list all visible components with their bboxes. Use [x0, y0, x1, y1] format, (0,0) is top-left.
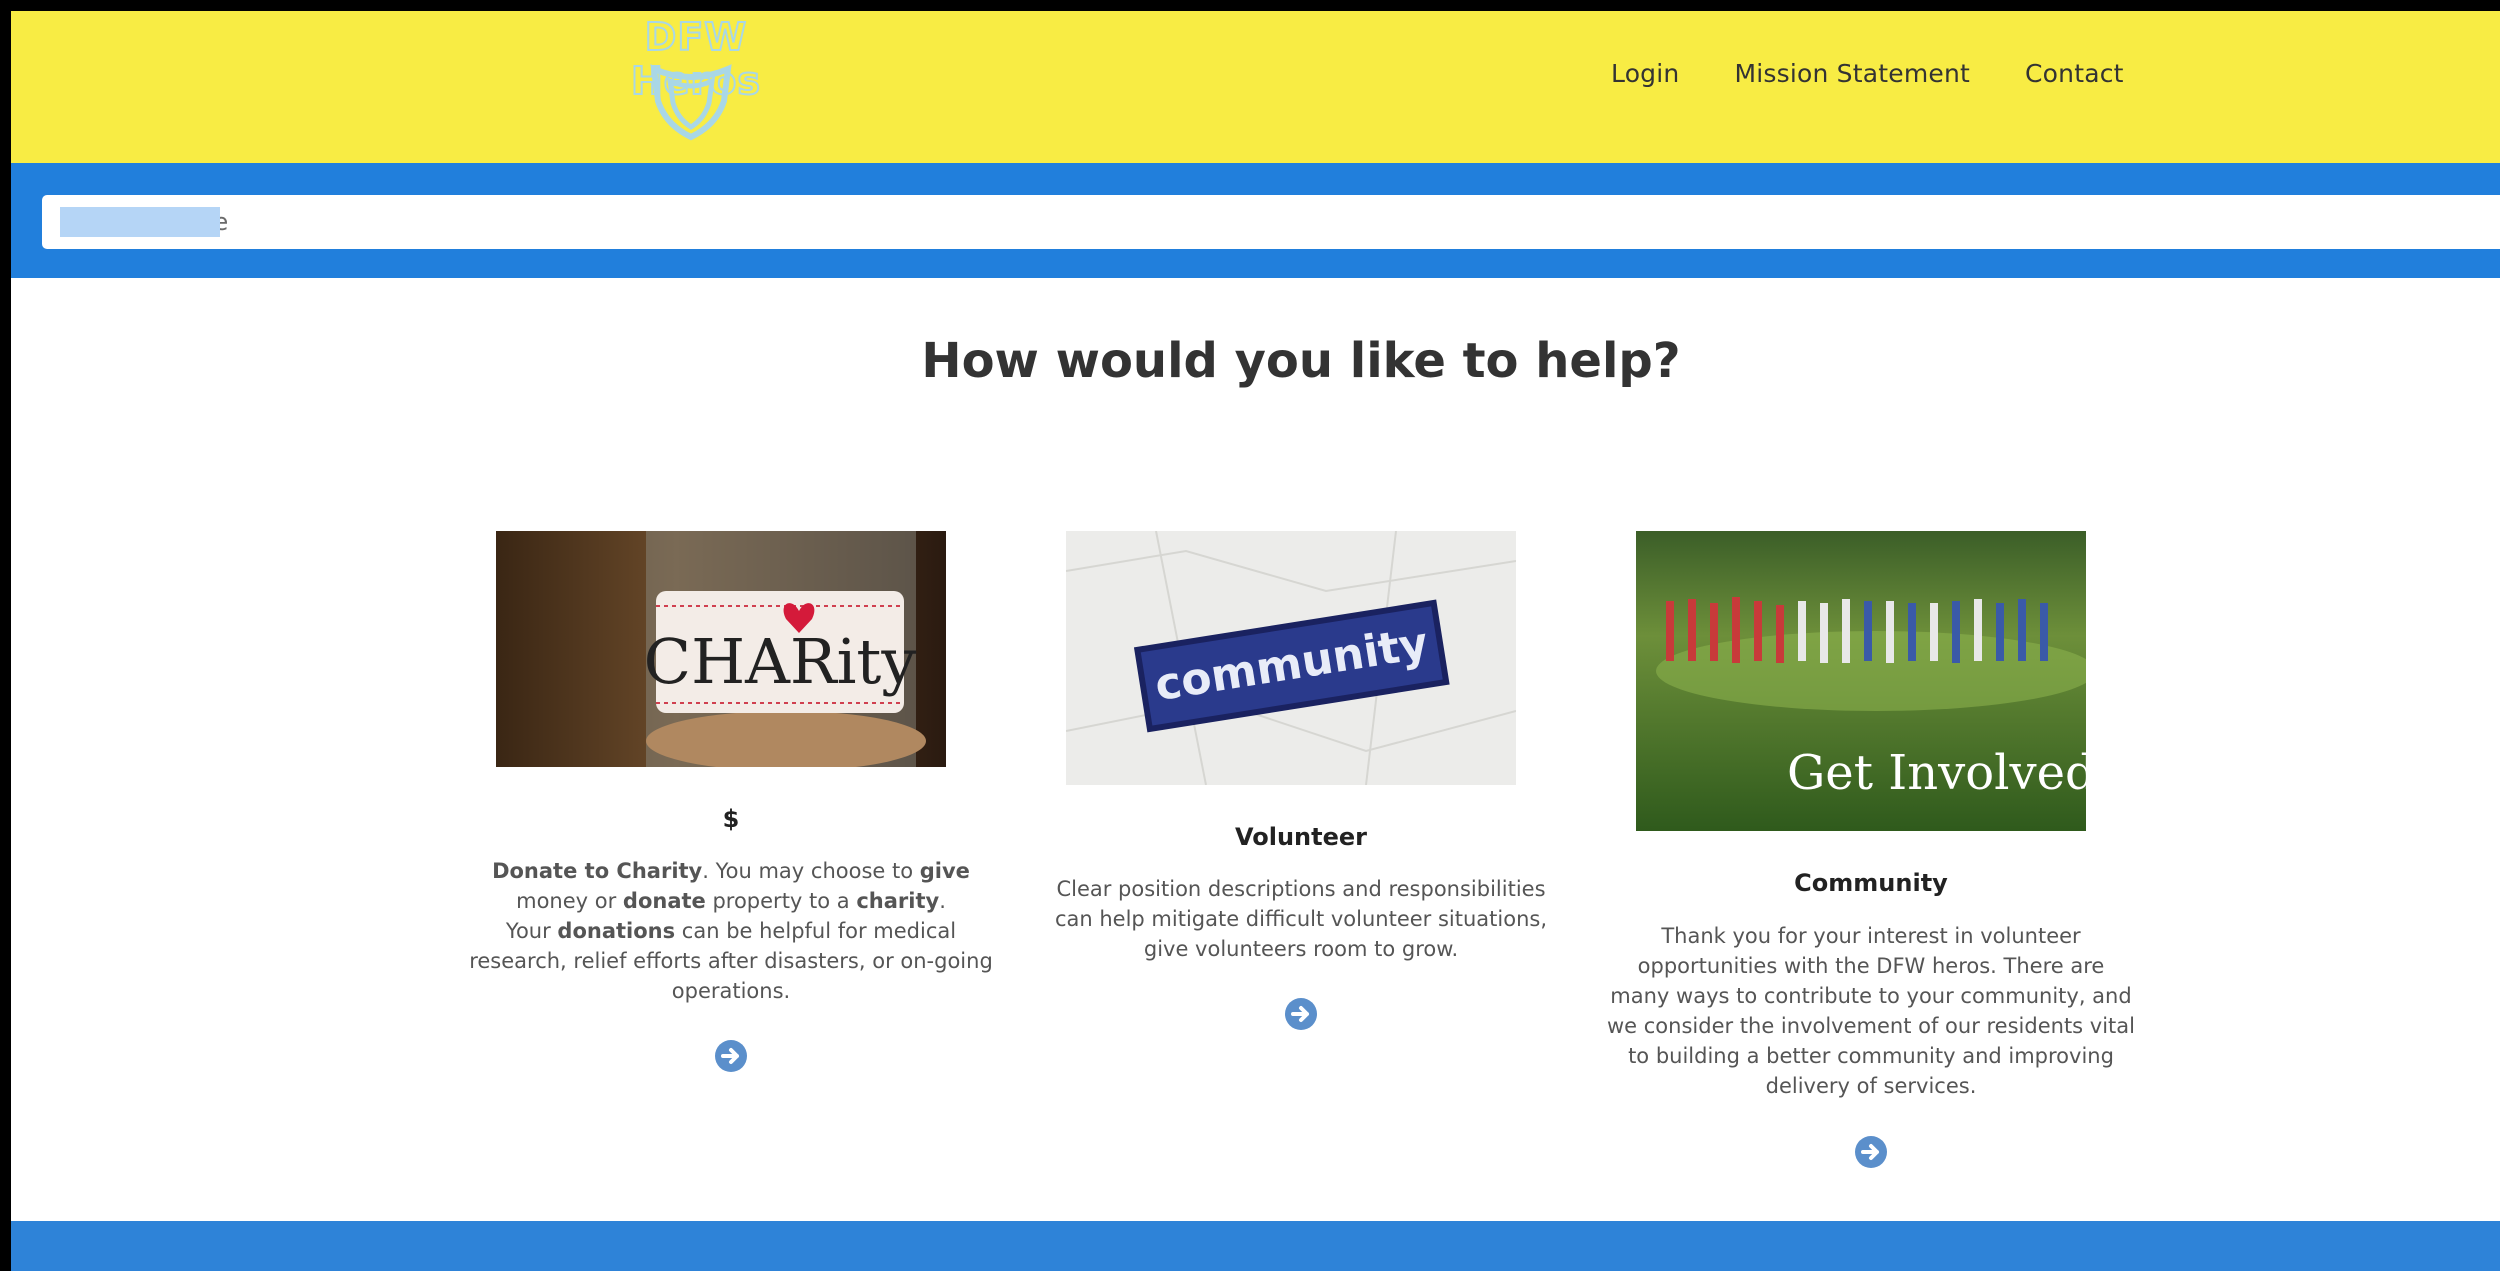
nav-login[interactable]: Login — [1611, 59, 1679, 88]
card-title-volunteer: Volunteer — [1234, 823, 1367, 851]
card-desc-volunteer: Clear position descriptions and responsi… — [1054, 877, 1548, 961]
desc-text: property to a — [705, 889, 857, 913]
svg-text:CHARity: CHARity — [644, 625, 917, 698]
card-title-donate: $ — [722, 805, 740, 833]
get-involved-image: Get Involved! — [1636, 531, 2086, 831]
footer-band — [11, 1221, 2500, 1271]
card-desc-donate: Donate to Charity. You may choose to giv… — [466, 856, 996, 1006]
main-nav: Login Mission Statement Contact — [1611, 59, 2179, 88]
desc-emphasis: Donate to Charity — [492, 859, 703, 883]
page-headline: How would you like to help? — [921, 333, 1681, 389]
desc-text: . — [939, 889, 946, 913]
nav-contact[interactable]: Contact — [2025, 59, 2124, 88]
community-image: community — [1066, 531, 1516, 785]
shield-icon — [650, 64, 732, 141]
desc-text: money or — [516, 889, 623, 913]
nav-mission-statement[interactable]: Mission Statement — [1734, 59, 1970, 88]
page: DFW Heros Login Mission Statement Contac… — [11, 11, 2500, 1271]
svg-text:Get Involved!: Get Involved! — [1787, 745, 2086, 801]
card-volunteer: community Volunteer Clear position descr… — [1036, 531, 1566, 1051]
card-community: Get Involved! Community Thank you for yo… — [1606, 531, 2136, 1171]
desc-emphasis: donate — [622, 889, 706, 913]
card-title-community: Community — [1794, 869, 1948, 897]
desc-emphasis: give — [919, 859, 970, 883]
charity-image: CHARity — [496, 531, 946, 767]
desc-text: . You may choose to — [702, 859, 920, 883]
desc-text: Your — [505, 919, 558, 943]
card-desc-community: Thank you for your interest in volunteer… — [1606, 924, 2135, 1098]
arrow-right-icon[interactable] — [1855, 1136, 1887, 1168]
card-donate: CHARity $ Donate to Charity. You may cho… — [466, 531, 996, 1091]
desc-emphasis: charity — [856, 889, 940, 913]
search-band — [11, 163, 2500, 278]
arrow-right-icon[interactable] — [1285, 998, 1317, 1030]
site-header: DFW Heros Login Mission Statement Contac… — [11, 11, 2500, 163]
zipcode-search-input[interactable] — [42, 195, 2500, 249]
arrow-right-icon[interactable] — [715, 1040, 747, 1072]
desc-emphasis: donations — [557, 919, 676, 943]
logo[interactable]: DFW Heros — [576, 14, 806, 145]
